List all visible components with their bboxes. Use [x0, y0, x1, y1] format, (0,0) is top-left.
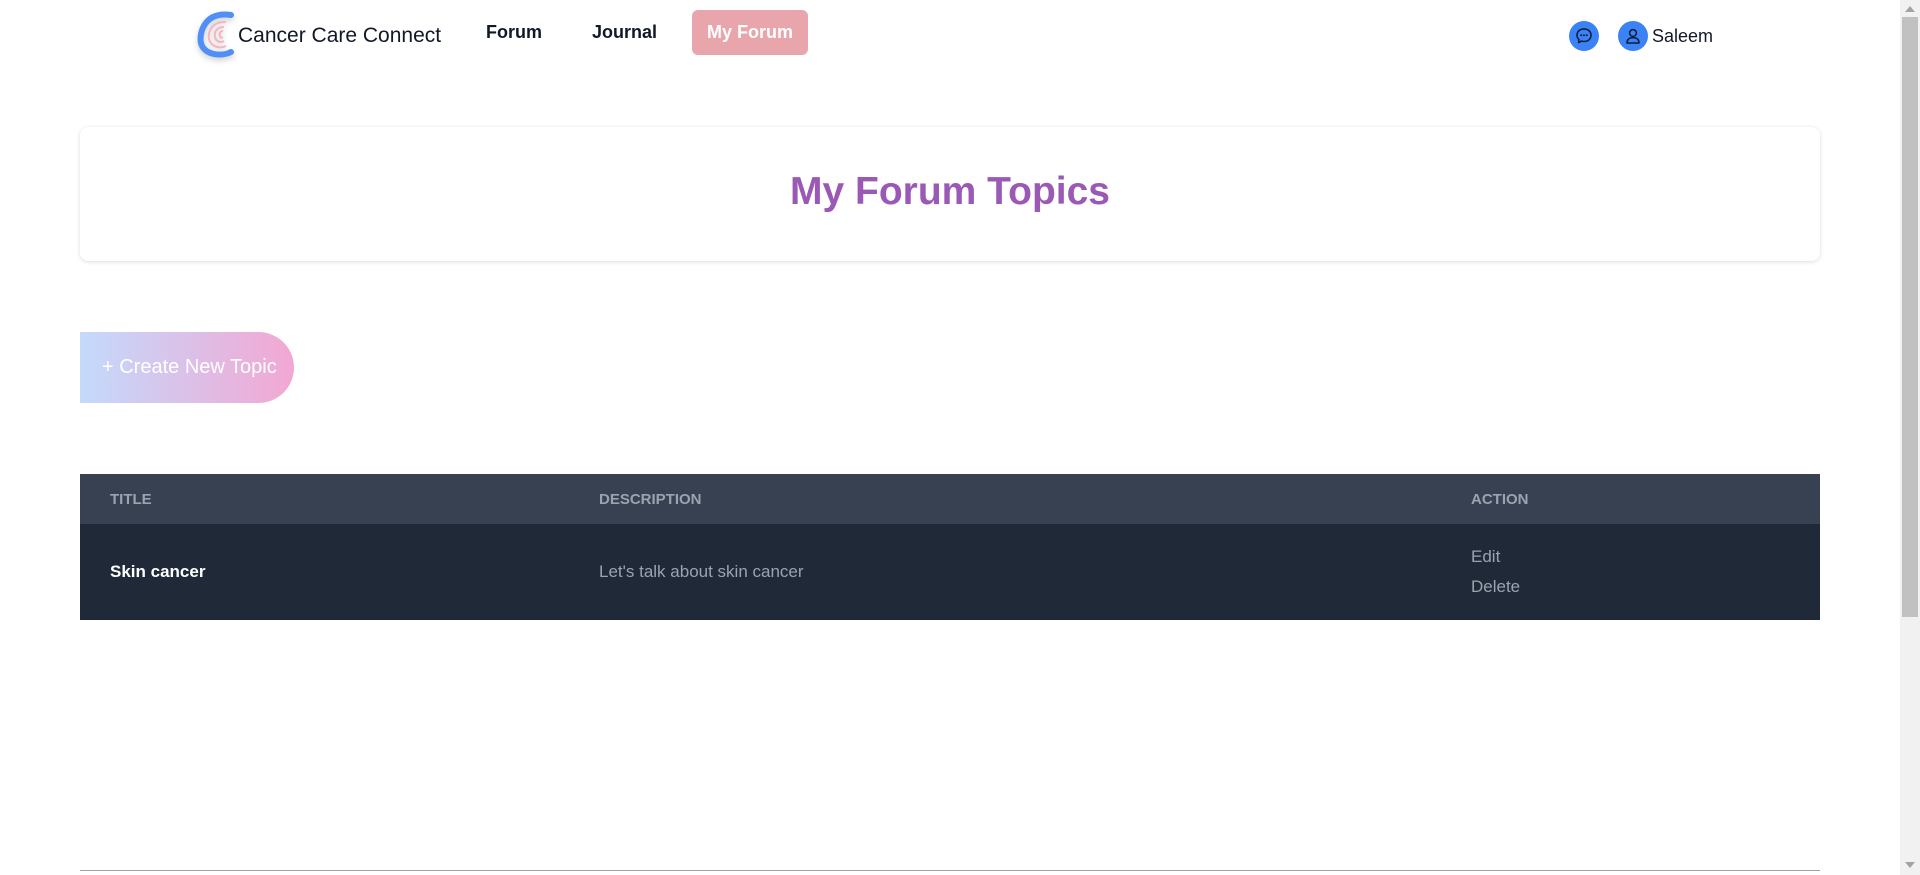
create-new-topic-button[interactable]: + Create New Topic	[80, 332, 294, 403]
table-body: Skin cancer Let's talk about skin cancer…	[80, 524, 1820, 620]
scroll-thumb[interactable]	[1902, 17, 1918, 617]
scroll-down-arrow-icon[interactable]	[1905, 862, 1915, 868]
column-header-description: Description	[569, 474, 1441, 524]
chat-button[interactable]	[1569, 21, 1599, 51]
page: Cancer Care Connect Forum Journal My For…	[0, 0, 1920, 875]
chat-bubble-icon	[1576, 28, 1592, 44]
header-actions: Saleem	[1569, 21, 1713, 51]
brand-link[interactable]: Cancer Care Connect	[193, 9, 441, 59]
table-header: Title Description Action	[80, 474, 1820, 524]
main-nav: Forum Journal My Forum	[471, 10, 809, 55]
top-navbar: Cancer Care Connect Forum Journal My For…	[0, 0, 1900, 72]
nav-journal[interactable]: Journal	[577, 10, 672, 55]
footer-divider	[80, 870, 1820, 871]
column-header-action: Action	[1441, 474, 1820, 524]
vertical-scrollbar[interactable]	[1900, 0, 1920, 875]
user-icon	[1626, 28, 1640, 44]
avatar	[1618, 21, 1648, 51]
table-row: Skin cancer Let's talk about skin cancer…	[80, 524, 1820, 620]
nav-my-forum[interactable]: My Forum	[692, 10, 809, 55]
nav-forum[interactable]: Forum	[471, 10, 557, 55]
user-menu[interactable]: Saleem	[1618, 21, 1713, 51]
brand-name: Cancer Care Connect	[238, 24, 442, 47]
scroll-up-arrow-icon[interactable]	[1905, 6, 1915, 12]
topics-table: Title Description Action Skin cancer Let…	[80, 474, 1820, 620]
page-title: My Forum Topics	[790, 169, 1110, 213]
topic-description: Let's talk about skin cancer	[569, 524, 1441, 620]
edit-link[interactable]: Edit	[1471, 542, 1820, 572]
table-header-row: Title Description Action	[80, 474, 1820, 524]
title-card: My Forum Topics	[80, 127, 1820, 261]
topic-actions: Edit Delete	[1441, 524, 1820, 620]
delete-link[interactable]: Delete	[1471, 572, 1820, 602]
user-name: Saleem	[1652, 25, 1714, 46]
column-header-title: Title	[80, 474, 569, 524]
brand-logo-icon	[197, 11, 234, 58]
topic-title: Skin cancer	[80, 524, 569, 620]
